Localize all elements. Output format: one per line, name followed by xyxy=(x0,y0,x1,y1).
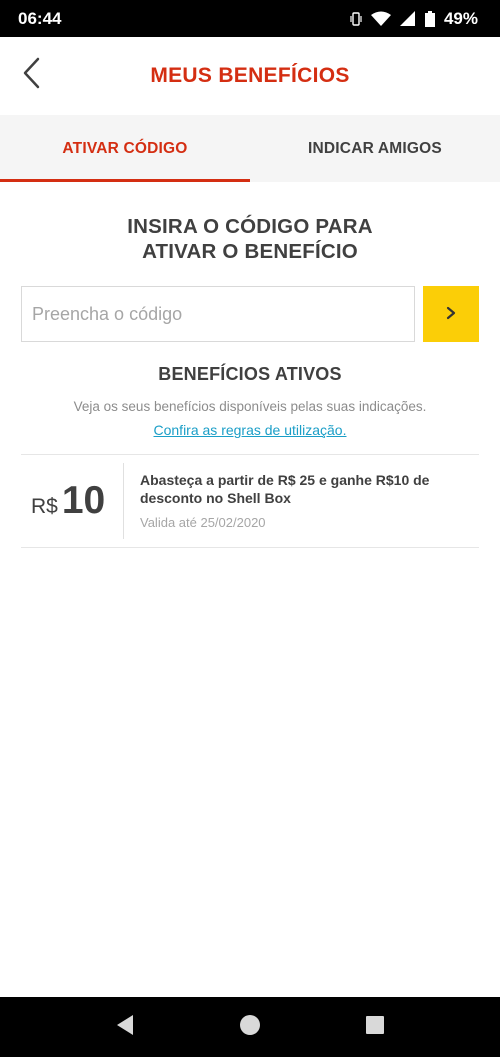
activate-heading-line1: INSIRA O CÓDIGO PARA xyxy=(127,215,373,238)
benefit-description: Abasteça a partir de R$ 25 e ganhe R$10 … xyxy=(140,472,430,506)
tab-bar: ATIVAR CÓDIGO INDICAR AMIGOS xyxy=(0,115,500,182)
benefit-card: R$ 10 Abasteça a partir de R$ 25 e ganhe… xyxy=(21,455,479,547)
benefit-amount: R$ 10 xyxy=(31,479,105,523)
status-bar: 06:44 49% xyxy=(0,0,500,37)
chevron-right-icon xyxy=(446,306,456,323)
nav-home-button[interactable] xyxy=(237,1014,263,1040)
nav-back-button[interactable] xyxy=(112,1014,138,1040)
app-header: MEUS BENEFÍCIOS xyxy=(0,37,500,115)
active-benefits-description: Veja os seus benefícios disponíveis pela… xyxy=(73,399,427,414)
code-input[interactable] xyxy=(21,286,415,342)
recents-square-icon xyxy=(365,1015,385,1040)
rules-link[interactable]: Confira as regras de utilização. xyxy=(0,422,500,438)
vibrate-icon xyxy=(350,11,362,26)
battery-icon xyxy=(424,10,435,27)
card-separator xyxy=(123,463,124,539)
status-icons: 49% xyxy=(350,9,478,29)
back-triangle-icon xyxy=(115,1014,135,1041)
home-circle-icon xyxy=(239,1014,261,1041)
divider xyxy=(21,547,479,548)
wifi-icon xyxy=(370,11,391,27)
activate-heading-line2: ATIVAR O BENEFÍCIO xyxy=(142,240,358,263)
activate-heading: INSIRA O CÓDIGO PARA ATIVAR O BENEFÍCIO xyxy=(0,214,500,264)
benefit-currency: R$ xyxy=(31,495,58,518)
status-time: 06:44 xyxy=(18,8,62,28)
benefit-validity: Valida até 25/02/2020 xyxy=(140,515,266,530)
submit-code-button[interactable] xyxy=(423,286,479,342)
tab-indicar-amigos[interactable]: INDICAR AMIGOS xyxy=(250,115,500,182)
system-nav-bar xyxy=(0,997,500,1057)
active-benefits-title: BENEFÍCIOS ATIVOS xyxy=(158,364,342,384)
signal-icon xyxy=(399,10,416,27)
page-title: MEUS BENEFÍCIOS xyxy=(150,64,350,87)
benefit-value: 10 xyxy=(61,479,106,522)
battery-percent: 49% xyxy=(443,8,478,28)
tab-ativar-codigo[interactable]: ATIVAR CÓDIGO xyxy=(0,115,250,182)
nav-recents-button[interactable] xyxy=(362,1014,388,1040)
